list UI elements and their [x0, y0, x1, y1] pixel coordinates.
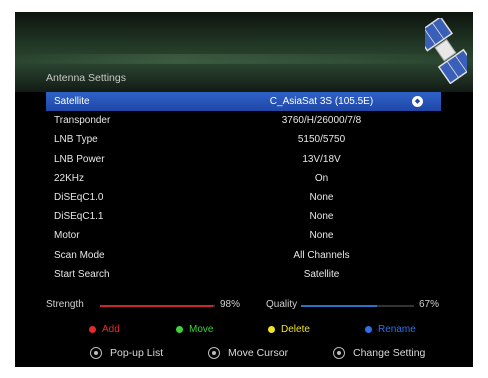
setting-label: Transponder	[54, 115, 111, 127]
strength-bar-fill	[100, 305, 213, 307]
setting-label: DiSEqC1.1	[54, 211, 104, 223]
setting-row-start-search[interactable]: Start Search Satellite	[46, 265, 441, 284]
hint-change-setting: Change Setting	[333, 347, 426, 360]
setting-row-lnb-type[interactable]: LNB Type 5150/5750	[46, 130, 441, 149]
setting-row-satellite[interactable]: Satellite C_AsiaSat 3S (105.5E) ◆	[46, 92, 441, 112]
quality-bar-fill	[301, 305, 377, 307]
setting-label: LNB Type	[54, 134, 98, 146]
left-right-icon	[333, 347, 345, 360]
setting-value: None	[309, 211, 334, 223]
setting-value: All Channels	[293, 249, 350, 261]
setting-value: C_AsiaSat 3S (105.5E)	[269, 96, 374, 107]
tv-screen: Antenna Settings Satellite C_AsiaSat 3S …	[15, 12, 473, 367]
red-key-icon	[89, 325, 96, 333]
setting-label: LNB Power	[54, 153, 105, 165]
setting-label: Scan Mode	[54, 249, 105, 261]
yellow-key-icon	[268, 325, 275, 333]
setting-value: None	[309, 230, 334, 242]
strength-percent: 98%	[220, 299, 241, 310]
setting-value: None	[309, 191, 334, 203]
setting-row-motor[interactable]: Motor None	[46, 226, 441, 245]
strength-bar	[100, 305, 215, 307]
setting-value: On	[314, 172, 329, 184]
satellite-icon	[425, 18, 467, 84]
green-key-icon	[176, 325, 183, 333]
setting-label: DiSEqC1.0	[54, 191, 104, 203]
hint-label: Move Cursor	[228, 347, 289, 359]
setting-label: Satellite	[54, 96, 90, 107]
banner-highlight	[15, 54, 473, 64]
strength-label: Strength	[46, 299, 84, 310]
add-button[interactable]: Add	[89, 324, 120, 335]
setting-label: 22KHz	[54, 172, 85, 184]
rename-label: Rename	[378, 324, 416, 335]
rename-button[interactable]: Rename	[365, 324, 416, 335]
left-right-selector-icon[interactable]: ◆	[412, 96, 423, 107]
setting-row-lnb-power[interactable]: LNB Power 13V/18V	[46, 150, 441, 169]
setting-value: 5150/5750	[297, 134, 346, 146]
settings-list: Satellite C_AsiaSat 3S (105.5E) ◆ Transp…	[46, 92, 441, 284]
setting-label: Motor	[54, 230, 80, 242]
setting-row-transponder[interactable]: Transponder 3760/H/26000/7/8	[46, 111, 441, 130]
setting-label: Start Search	[54, 268, 110, 280]
setting-row-scan-mode[interactable]: Scan Mode All Channels	[46, 246, 441, 265]
move-label: Move	[189, 324, 214, 335]
setting-value: 13V/18V	[302, 153, 341, 165]
quality-bar	[301, 305, 414, 307]
add-label: Add	[102, 324, 120, 335]
hint-popup-list: Pop-up List	[90, 347, 164, 360]
setting-row-diseqc10[interactable]: DiSEqC1.0 None	[46, 188, 441, 207]
quality-percent: 67%	[419, 299, 440, 310]
delete-label: Delete	[281, 324, 310, 335]
setting-value: Satellite	[303, 268, 340, 280]
setting-row-22khz[interactable]: 22KHz On	[46, 169, 441, 188]
setting-row-diseqc11[interactable]: DiSEqC1.1 None	[46, 207, 441, 226]
page-title: Antenna Settings	[46, 72, 126, 84]
blue-key-icon	[365, 325, 372, 333]
ok-button-icon	[90, 347, 102, 360]
navigation-pad-icon	[208, 347, 220, 360]
hint-label: Pop-up List	[110, 347, 164, 359]
hint-label: Change Setting	[353, 347, 426, 359]
hint-move-cursor: Move Cursor	[208, 347, 289, 360]
quality-label: Quality	[266, 299, 298, 310]
move-button[interactable]: Move	[176, 324, 213, 335]
setting-value: 3760/H/26000/7/8	[281, 115, 362, 127]
delete-button[interactable]: Delete	[268, 324, 310, 335]
